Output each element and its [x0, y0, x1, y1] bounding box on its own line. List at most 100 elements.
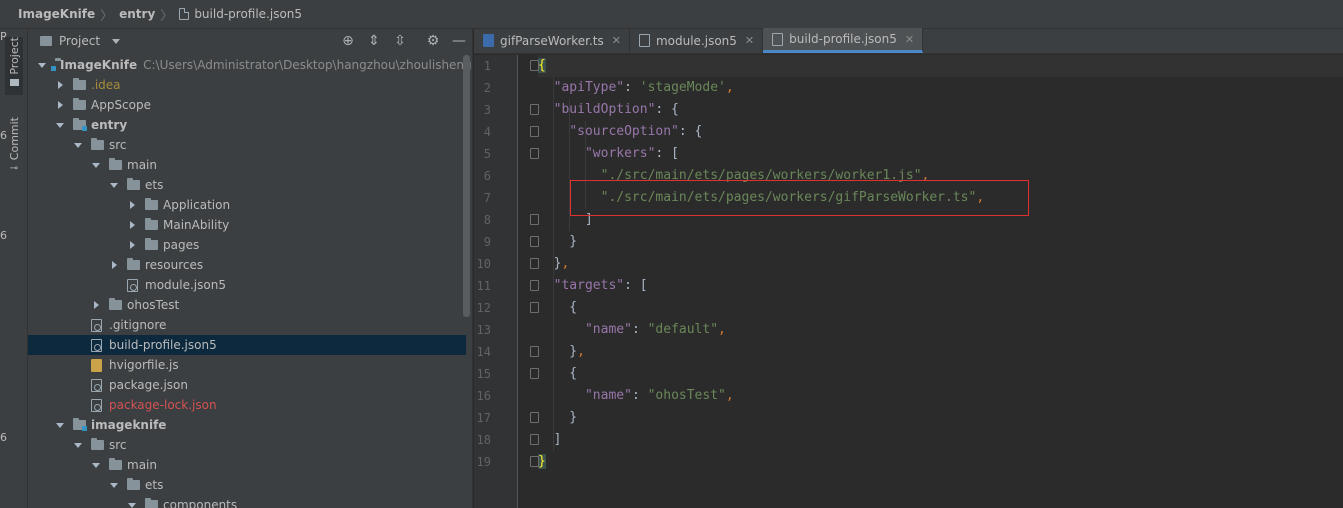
fold-marker-icon[interactable] — [530, 456, 539, 467]
tree-item[interactable]: src — [28, 135, 466, 155]
code-line-9: } — [538, 234, 578, 249]
tree-item[interactable]: MainAbility — [28, 215, 466, 235]
fold-marker-icon[interactable] — [530, 280, 539, 291]
tab-gifparseworker[interactable]: gifParseWorker.ts ✕ — [474, 28, 630, 53]
chevron-right-icon[interactable] — [110, 261, 118, 269]
chevron-down-icon[interactable] — [92, 461, 100, 469]
chevron-right-icon[interactable] — [128, 221, 136, 229]
tree-item-label: main — [127, 458, 157, 472]
fold-marker-icon[interactable] — [530, 258, 539, 269]
close-icon[interactable]: ✕ — [905, 33, 914, 46]
tree-item[interactable]: ets — [28, 175, 466, 195]
tool-window-stripe: R Project 6 Commit ⊸ 6 6 — [0, 29, 28, 508]
tab-module-json5[interactable]: module.json5 ✕ — [630, 28, 764, 53]
tree-item[interactable]: module.json5 — [28, 275, 466, 295]
breadcrumb-item-module[interactable]: entry — [119, 7, 155, 21]
gear-icon[interactable]: ⚙ — [425, 33, 441, 49]
line-number: 9 — [483, 235, 491, 249]
tree-item-label: Application — [163, 198, 231, 212]
line-number: 17 — [476, 411, 491, 425]
chevron-down-icon[interactable] — [74, 141, 82, 149]
chevron-right-icon[interactable] — [56, 101, 64, 109]
tree-item[interactable]: resources — [28, 255, 466, 275]
fold-marker-icon[interactable] — [530, 236, 539, 247]
fold-marker-icon[interactable] — [530, 368, 539, 379]
fold-marker-icon[interactable] — [530, 412, 539, 423]
chevron-down-icon[interactable] — [112, 38, 121, 44]
chevron-right-icon[interactable] — [56, 81, 64, 89]
tree-item[interactable]: components — [28, 495, 466, 508]
chevron-right-icon[interactable] — [128, 201, 136, 209]
tree-item[interactable]: .idea — [28, 75, 466, 95]
tree-item-label: build-profile.json5 — [109, 338, 217, 352]
code-line-14: }, — [538, 344, 585, 359]
folder-icon — [91, 138, 104, 150]
chevron-down-icon[interactable] — [110, 481, 118, 489]
line-number: 15 — [476, 367, 491, 381]
expand-all-icon[interactable]: ⇕ — [366, 33, 382, 49]
settings-file-icon — [127, 278, 138, 292]
tree-item[interactable]: package.json — [28, 375, 466, 395]
tree-item[interactable]: entry — [28, 115, 466, 135]
tree-item[interactable]: AppScope — [28, 95, 466, 115]
fold-marker-icon[interactable] — [530, 126, 539, 137]
breadcrumb-item-project[interactable]: ImageKnife — [18, 7, 95, 21]
tree-item[interactable]: build-profile.json5 — [28, 335, 466, 355]
chevron-down-icon[interactable] — [56, 421, 64, 429]
fold-marker-icon[interactable] — [530, 148, 539, 159]
chevron-right-icon[interactable] — [92, 301, 100, 309]
tree-item[interactable]: main — [28, 155, 466, 175]
line-number: 18 — [476, 433, 491, 447]
folder-icon — [127, 478, 140, 490]
tree-item[interactable]: imageknife — [28, 415, 466, 435]
chevron-down-icon[interactable] — [74, 441, 82, 449]
chevron-right-icon[interactable] — [128, 241, 136, 249]
code-line-13: "name": "default", — [584, 322, 726, 337]
settings-file-icon — [91, 398, 102, 412]
chevron-down-icon[interactable] — [92, 161, 100, 169]
tree-item[interactable]: main — [28, 455, 466, 475]
tree-item-label: entry — [91, 118, 128, 132]
code-line-16: "name": "ohosTest", — [584, 388, 734, 403]
minimize-icon[interactable]: — — [451, 33, 467, 49]
tab-label: build-profile.json5 — [789, 32, 897, 46]
tree-item[interactable]: Application — [28, 195, 466, 215]
fold-marker-icon[interactable] — [530, 104, 539, 115]
code-area[interactable]: { "apiType": 'stageMode', "buildOption":… — [538, 55, 1343, 508]
line-number: 4 — [483, 125, 491, 139]
code-line-5: "workers": [ — [584, 146, 679, 161]
tree-item[interactable]: ets — [28, 475, 466, 495]
chevron-down-icon[interactable] — [38, 61, 46, 69]
breadcrumb-separator: 〉 — [160, 8, 174, 24]
chevron-down-icon[interactable] — [128, 501, 136, 508]
tree-item[interactable]: hvigorfile.js — [28, 355, 466, 375]
tree-item[interactable]: src — [28, 435, 466, 455]
close-icon[interactable]: ✕ — [745, 34, 754, 47]
chevron-down-icon[interactable] — [56, 121, 64, 129]
fold-marker-icon[interactable] — [530, 302, 539, 313]
tree-item[interactable]: pages — [28, 235, 466, 255]
fold-marker-icon[interactable] — [530, 434, 539, 445]
folder-icon — [109, 458, 122, 470]
project-tool-button[interactable]: Project — [5, 37, 23, 95]
breadcrumb-item-file[interactable]: build-profile.json5 — [179, 7, 302, 21]
chevron-down-icon[interactable] — [110, 181, 118, 189]
tree-item[interactable]: ImageKnife C:\Users\Administrator\Desktop… — [28, 55, 472, 75]
tab-build-profile-json5[interactable]: build-profile.json5 ✕ — [763, 28, 924, 53]
tree-scrollbar[interactable] — [463, 55, 470, 317]
tree-item[interactable]: ohosTest — [28, 295, 466, 315]
project-view-selector[interactable]: Project — [59, 34, 100, 48]
commit-tool-button[interactable]: Commit ⊸ — [5, 117, 23, 174]
fold-marker-icon[interactable] — [530, 214, 539, 225]
fold-marker-icon[interactable] — [530, 346, 539, 357]
code-line-4: "sourceOption": { — [569, 124, 703, 139]
settings-file-icon — [91, 378, 102, 392]
locate-icon[interactable]: ⊕ — [340, 33, 356, 49]
fold-marker-icon[interactable] — [530, 60, 539, 71]
collapse-all-icon[interactable]: ⇳ — [392, 33, 408, 49]
close-icon[interactable]: ✕ — [612, 34, 621, 47]
tree-item[interactable]: .gitignore — [28, 315, 466, 335]
edge-char: 6 — [0, 431, 7, 444]
project-panel: Project ⊕ ⇕ ⇳ ⚙ — ImageKnife C:\Users\Adm… — [28, 29, 473, 508]
tree-item[interactable]: package-lock.json — [28, 395, 466, 415]
